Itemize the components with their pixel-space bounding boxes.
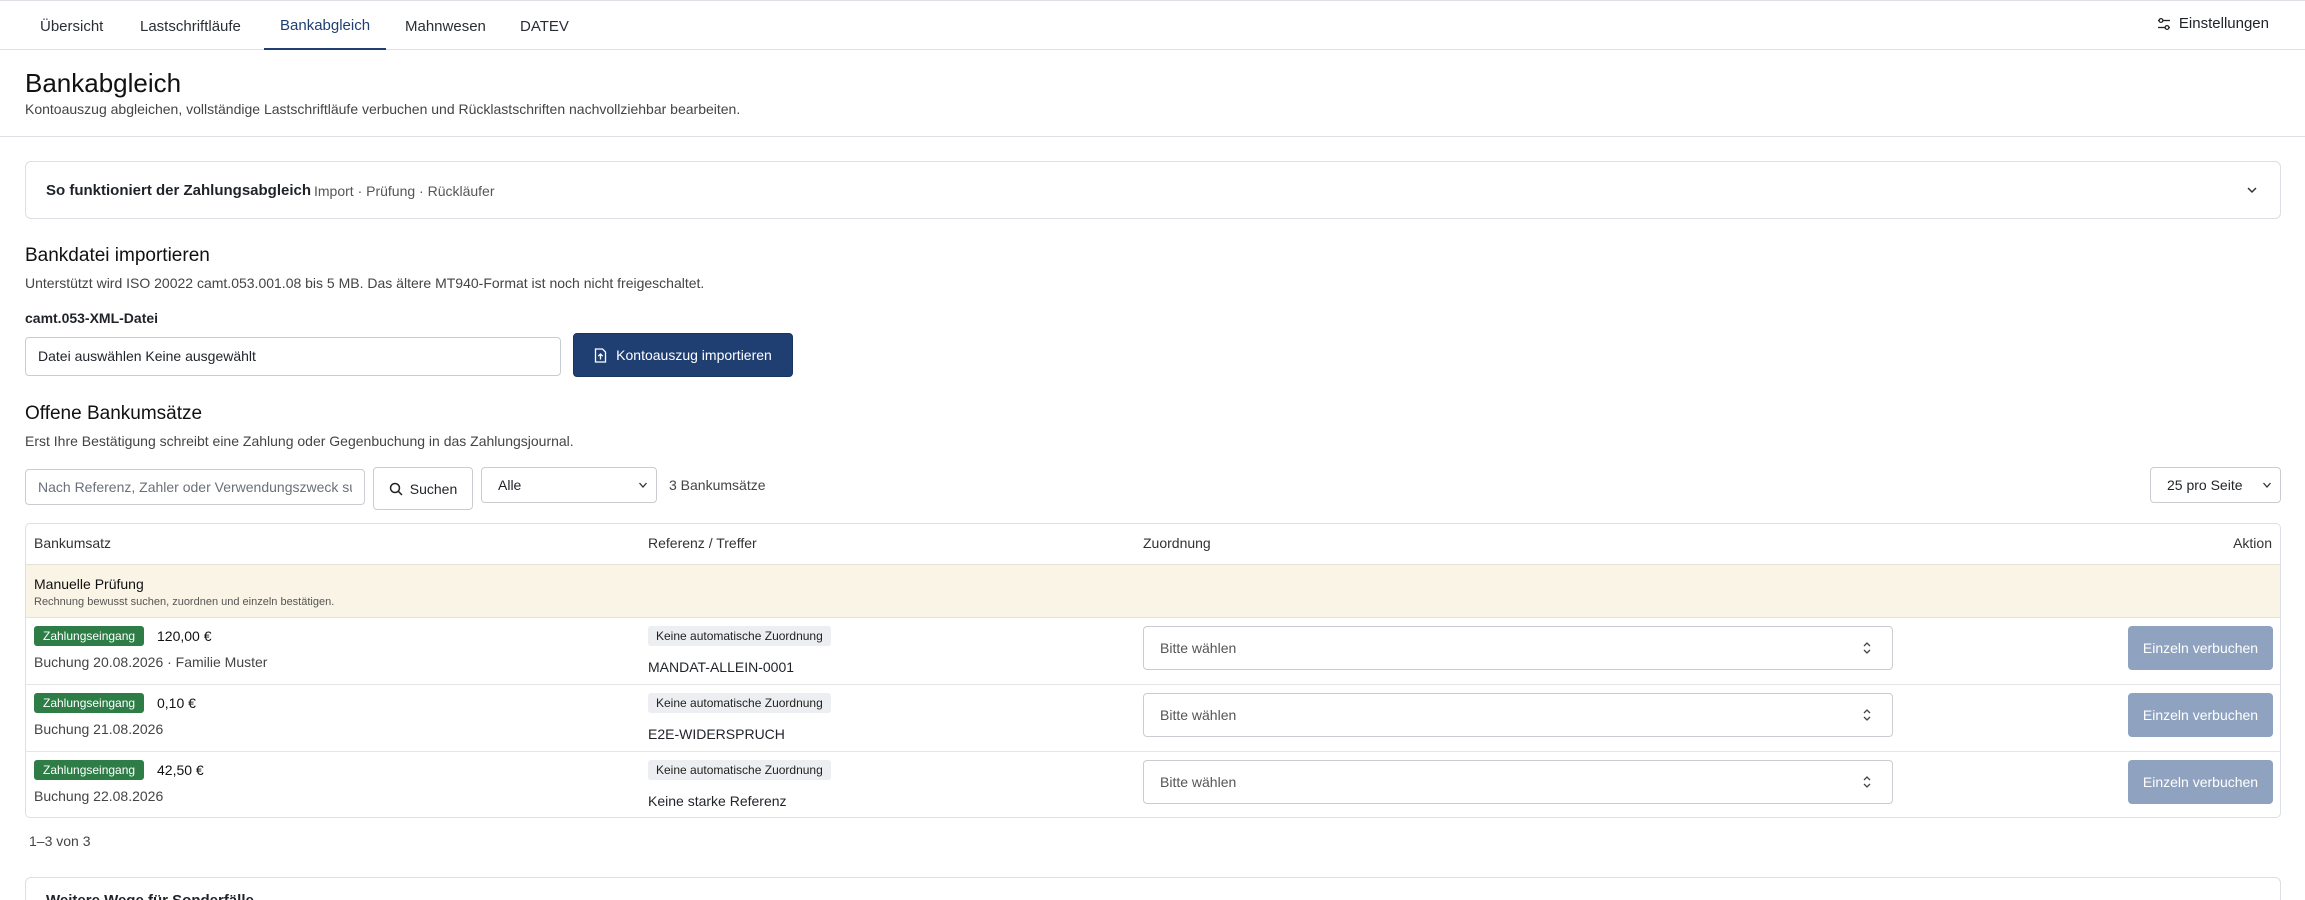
transaction-type-badge: Zahlungseingang: [34, 693, 145, 713]
filter-select-value: Alle: [498, 477, 522, 493]
group-title: Manuelle Prüfung: [34, 576, 144, 592]
transaction-amount: 0,10 €: [157, 695, 196, 711]
page-size-value: 25 pro Seite: [2167, 477, 2243, 493]
top-navigation: Übersicht Lastschriftläufe Bankabgleich …: [0, 0, 2305, 50]
import-button-label: Kontoauszug importieren: [616, 347, 772, 363]
page-header: Bankabgleich Kontoauszug abgleichen, vol…: [0, 50, 2305, 137]
pagination-info: 1–3 von 3: [29, 833, 91, 849]
tab-mahnwesen[interactable]: Mahnwesen: [389, 1, 502, 50]
transaction-type-badge: Zahlungseingang: [34, 760, 145, 780]
special-cases-section[interactable]: Weitere Wege für Sonderfälle: [25, 877, 2281, 900]
column-header-assignment: Zuordnung: [1143, 535, 1211, 551]
open-transactions-description: Erst Ihre Bestätigung schreibt eine Zahl…: [25, 433, 574, 449]
open-transactions-title: Offene Bankumsätze: [25, 403, 203, 424]
accordion-subtitle: Import · Prüfung · Rückläufer: [314, 183, 495, 199]
assignment-select[interactable]: Bitte wählen: [1143, 693, 1893, 737]
transaction-amount: 120,00 €: [157, 628, 212, 644]
assignment-select[interactable]: Bitte wählen: [1143, 760, 1893, 804]
match-status-badge: Keine automatische Zuordnung: [648, 693, 831, 713]
column-header-transaction: Bankumsatz: [34, 535, 112, 551]
search-icon: [389, 482, 403, 496]
reference-text: Keine starke Referenz: [648, 793, 787, 809]
assignment-value: Bitte wählen: [1160, 774, 1237, 790]
book-single-button[interactable]: Einzeln verbuchen: [2128, 626, 2273, 670]
assignment-value: Bitte wählen: [1160, 640, 1237, 656]
page-title: Bankabgleich: [25, 68, 182, 98]
column-header-action: Aktion: [2233, 535, 2272, 551]
import-title: Bankdatei importieren: [25, 245, 210, 266]
group-subtitle: Rechnung bewusst suchen, zuordnen und ei…: [34, 596, 335, 608]
accordion-title: So funktioniert der Zahlungsabgleich: [46, 182, 312, 199]
book-single-button[interactable]: Einzeln verbuchen: [2128, 760, 2273, 804]
settings-button[interactable]: Einstellungen: [2157, 1, 2269, 47]
import-button[interactable]: Kontoauszug importieren: [573, 333, 793, 377]
booking-info: Buchung 22.08.2026: [34, 788, 164, 804]
tab-datev[interactable]: DATEV: [504, 1, 585, 50]
reference-text: MANDAT-ALLEIN-0001: [648, 659, 795, 675]
file-input[interactable]: Datei auswählen Keine ausgewählt: [25, 337, 561, 376]
table-row: Zahlungseingang 42,50 € Buchung 22.08.20…: [26, 752, 2280, 817]
transactions-table: Bankumsatz Referenz / Treffer Zuordnung …: [25, 523, 2281, 818]
booking-info: Buchung 21.08.2026: [34, 721, 164, 737]
assignment-select[interactable]: Bitte wählen: [1143, 626, 1893, 670]
import-description: Unterstützt wird ISO 20022 camt.053.001.…: [25, 275, 705, 291]
up-down-chevron-icon: [1863, 642, 1871, 654]
table-row: Zahlungseingang 120,00 € Buchung 20.08.2…: [26, 618, 2280, 685]
up-down-chevron-icon: [1863, 776, 1871, 788]
search-button-label: Suchen: [409, 480, 458, 497]
up-down-chevron-icon: [1863, 709, 1871, 721]
search-button[interactable]: Suchen: [373, 467, 473, 510]
transaction-amount: 42,50 €: [157, 762, 204, 778]
group-row-manual-review: Manuelle Prüfung Rechnung bewusst suchen…: [26, 564, 2280, 618]
match-status-badge: Keine automatische Zuordnung: [648, 760, 831, 780]
reference-text: E2E-WIDERSPRUCH: [648, 726, 785, 742]
page-subtitle: Kontoauszug abgleichen, vollständige Las…: [25, 101, 741, 117]
tab-uebersicht[interactable]: Übersicht: [24, 1, 119, 50]
column-header-reference: Referenz / Treffer: [648, 535, 757, 551]
transaction-count: 3 Bankumsätze: [669, 477, 766, 493]
search-input[interactable]: [25, 469, 365, 505]
filter-select[interactable]: Alle: [481, 467, 657, 503]
settings-label: Einstellungen: [2178, 15, 2269, 32]
sliders-icon: [2157, 17, 2170, 31]
file-upload-icon: [595, 347, 607, 363]
info-accordion[interactable]: So funktioniert der Zahlungsabgleich Imp…: [25, 161, 2281, 219]
table-row: Zahlungseingang 0,10 € Buchung 21.08.202…: [26, 685, 2280, 752]
page-size-select[interactable]: 25 pro Seite: [2150, 467, 2281, 503]
chevron-down-icon: [2247, 187, 2257, 194]
special-cases-title: Weitere Wege für Sonderfälle: [46, 892, 254, 900]
match-status-badge: Keine automatische Zuordnung: [648, 626, 831, 646]
chevron-down-icon: [2263, 482, 2271, 488]
booking-info: Buchung 20.08.2026 · Familie Muster: [34, 654, 268, 670]
tab-lastschriftlaeufe[interactable]: Lastschriftläufe: [124, 1, 257, 50]
assignment-value: Bitte wählen: [1160, 707, 1237, 723]
chevron-down-icon: [639, 482, 647, 488]
transaction-type-badge: Zahlungseingang: [34, 626, 145, 646]
tab-bankabgleich[interactable]: Bankabgleich: [264, 1, 387, 50]
book-single-button[interactable]: Einzeln verbuchen: [2128, 693, 2273, 737]
file-field-label: camt.053-XML-Datei: [25, 310, 159, 326]
